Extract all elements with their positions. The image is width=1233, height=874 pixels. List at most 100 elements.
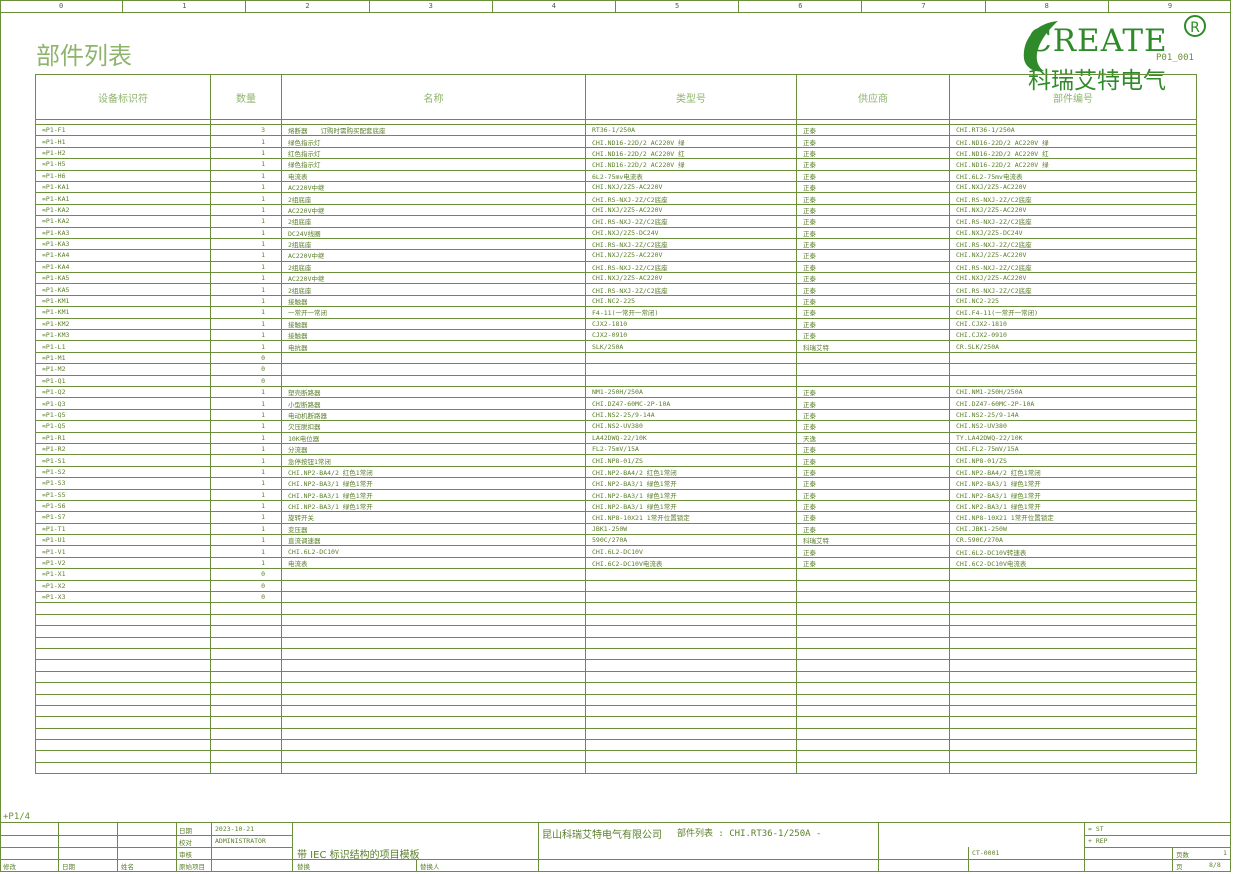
- type-cell: CHI.NP8-01/ZS: [585, 454, 797, 467]
- quantity-cell: 1: [210, 169, 282, 182]
- quantity-cell: 1: [210, 488, 282, 501]
- quantity-cell: 0: [210, 579, 282, 593]
- device-id-cell: =P1-KA5: [35, 283, 211, 296]
- empty-cell: [281, 750, 586, 763]
- supplier-cell: 正泰: [796, 499, 950, 513]
- name-cell: 一常开一常闭: [281, 306, 586, 319]
- type-cell: 590C/270A: [585, 534, 797, 547]
- empty-cell: [35, 761, 211, 775]
- check-label: 校对: [179, 839, 192, 847]
- empty-cell: [585, 693, 797, 706]
- table-row: =P1-Q2 1 塑壳断路器 NM1-250H/250A 正泰 CHI.NM1-250H/…: [35, 385, 1197, 399]
- device-id-cell: =P1-KM3: [35, 329, 211, 342]
- type-cell: FL2-75mV/15A: [585, 442, 797, 456]
- quantity-cell: 1: [210, 522, 282, 536]
- empty-cell: [585, 613, 797, 627]
- supplier-cell: 正泰: [796, 397, 950, 410]
- empty-cell: [585, 716, 797, 729]
- empty-cell: [585, 670, 797, 684]
- column-header-quantity: 数量: [210, 74, 282, 120]
- empty-row: [35, 727, 1197, 741]
- supplier-cell: 天逸: [796, 431, 950, 444]
- part-number-cell: CHI.RS-NXJ-2Z/C2底座: [949, 260, 1197, 274]
- quantity-cell: 1: [210, 317, 282, 331]
- name-cell: [281, 351, 586, 365]
- empty-cell: [210, 716, 282, 729]
- empty-cell: [35, 727, 211, 741]
- device-id-cell: =P1-Q3: [35, 397, 211, 410]
- name-cell: 2组底座: [281, 215, 586, 228]
- part-number-cell: CHI.6L2-DC10V转速表: [949, 545, 1197, 558]
- part-number-cell: CHI.NP2-BA3/1 绿色1常开: [949, 477, 1197, 490]
- device-id-cell: =P1-KA3: [35, 237, 211, 251]
- empty-cell: [281, 727, 586, 741]
- part-number-cell: CHI.NXJ/2Z5-AC220V: [949, 249, 1197, 262]
- device-id-cell: =P1-M1: [35, 351, 211, 365]
- device-id-cell: =P1-R2: [35, 442, 211, 456]
- type-cell: CHI.RS-NXJ-2Z/C2底座: [585, 283, 797, 296]
- type-cell: [585, 351, 797, 365]
- empty-cell: [796, 625, 950, 638]
- device-id-cell: =P1-Q5: [35, 408, 211, 422]
- name-cell: AC220V中继: [281, 180, 586, 194]
- supplier-cell: 正泰: [796, 215, 950, 228]
- empty-cell: [949, 693, 1197, 706]
- part-number-cell: CHI.NP8-10X21 1常开位置锁定: [949, 511, 1197, 524]
- quantity-cell: 1: [210, 237, 282, 251]
- device-id-cell: =P1-KA4: [35, 260, 211, 274]
- ruler-cell: 3: [370, 0, 493, 12]
- type-cell: CHI.NXJ/2Z5-AC220V: [585, 272, 797, 285]
- table-row: =P1-KM1 1 接触器 CHI.NC2-225 正泰 CHI.NC2-225: [35, 294, 1197, 308]
- table-row: =P1-R2 1 分流器 FL2-75mV/15A 正泰 CHI.FL2-75mV/15A: [35, 442, 1197, 456]
- supplier-cell: 正泰: [796, 260, 950, 274]
- ruler-cell: 1: [123, 0, 247, 12]
- empty-cell: [949, 602, 1197, 615]
- part-number-cell: CHI.NXJ/2Z5-AC220V: [949, 180, 1197, 194]
- modify-label: 修改: [3, 863, 16, 871]
- empty-cell: [281, 636, 586, 649]
- quantity-cell: 1: [210, 442, 282, 456]
- table-row: =P1-Q5 1 电动机断路器 CHI.NS2-25/9-14A 正泰 CHI.NS2-2…: [35, 408, 1197, 422]
- empty-cell: [35, 659, 211, 672]
- name-cell: CHI.NP2-BA3/1 绿色1常开: [281, 477, 586, 490]
- quantity-cell: 1: [210, 420, 282, 433]
- type-cell: CHI.NP8-10X21 1常开位置锁定: [585, 511, 797, 524]
- quantity-cell: 1: [210, 534, 282, 547]
- part-number-cell: CHI.NC2-225: [949, 294, 1197, 308]
- name-cell: [281, 590, 586, 604]
- table-row: =P1-X3 0: [35, 590, 1197, 604]
- supplier-cell: 科瑞艾特: [796, 534, 950, 547]
- page-label: 页: [1176, 863, 1183, 871]
- quantity-cell: 0: [210, 568, 282, 581]
- empty-cell: [35, 636, 211, 649]
- supplier-cell: 正泰: [796, 226, 950, 239]
- table-row: =P1-KA4 1 AC220V中继 CHI.NXJ/2Z5-AC220V 正泰 CHI.…: [35, 249, 1197, 262]
- supplier-cell: 正泰: [796, 192, 950, 205]
- device-id-cell: =P1-KM1: [35, 306, 211, 319]
- table-row: =P1-Q3 1 小型断路器 CHI.DZ47-60MC-2P-10A 正泰 CHI.DZ…: [35, 397, 1197, 410]
- table-row: =P1-S2 1 CHI.NP2-BA4/2 红色1常闭 CHI.NP2-BA4/2 …: [35, 465, 1197, 479]
- supplier-cell: 正泰: [796, 477, 950, 490]
- supplier-cell: [796, 568, 950, 581]
- supplier-cell: [796, 374, 950, 388]
- table-row: =P1-X1 0: [35, 568, 1197, 581]
- part-number-cell: [949, 374, 1197, 388]
- drawing-number: CT-0001: [972, 849, 1000, 857]
- type-cell: LA42DWQ-22/10K: [585, 431, 797, 444]
- empty-cell: [35, 704, 211, 718]
- quantity-cell: 1: [210, 499, 282, 513]
- name-cell: [281, 579, 586, 593]
- supplier-cell: 正泰: [796, 385, 950, 399]
- quantity-cell: 1: [210, 477, 282, 490]
- quantity-cell: 1: [210, 454, 282, 467]
- empty-cell: [281, 716, 586, 729]
- empty-cell: [949, 739, 1197, 752]
- empty-cell: [585, 659, 797, 672]
- supplier-cell: 正泰: [796, 306, 950, 319]
- name-cell: 小型断路器: [281, 397, 586, 410]
- ruler-cell: 5: [616, 0, 740, 12]
- empty-cell: [210, 727, 282, 741]
- type-cell: SLK/250A: [585, 340, 797, 353]
- empty-cell: [949, 670, 1197, 684]
- type-cell: CHI.NP2-BA3/1 绿色1常开: [585, 499, 797, 513]
